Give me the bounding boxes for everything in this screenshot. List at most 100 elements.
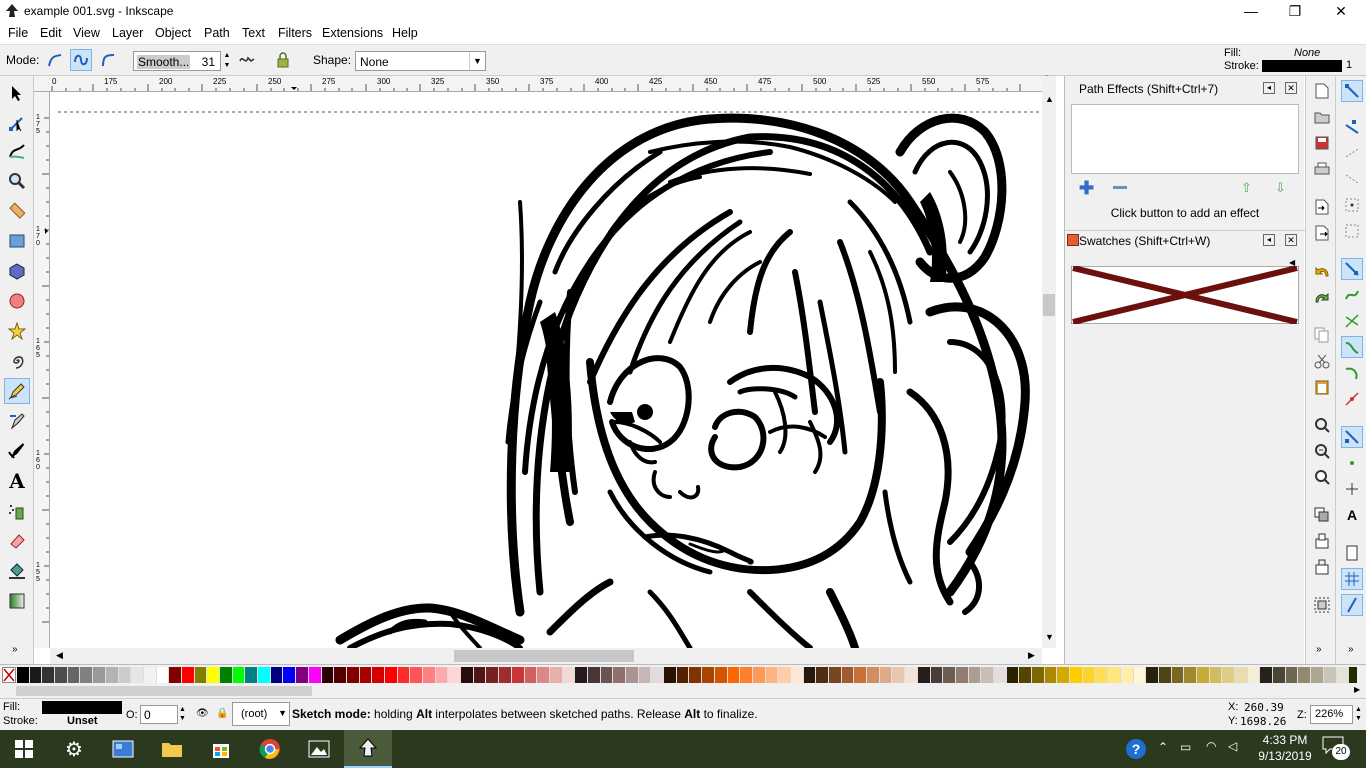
snap-center-icon[interactable] [1341,452,1363,474]
layer-lock-icon[interactable]: 🔒 [216,708,228,719]
new-document-icon[interactable] [1311,80,1333,102]
palette-swatch[interactable] [1349,667,1357,683]
status-stroke-value[interactable]: Unset [67,715,98,727]
clock-time[interactable]: 4:33 PM [1256,733,1314,747]
import-icon[interactable] [1311,196,1333,218]
menu-help[interactable]: Help [392,26,418,40]
palette-swatch[interactable] [486,667,500,683]
palette-swatch[interactable] [1019,667,1032,683]
palette-swatch[interactable] [600,667,614,683]
panel-iconify-icon[interactable]: ◂ [1263,82,1275,94]
palette-swatch[interactable] [829,667,842,683]
palette-swatch[interactable] [752,667,766,683]
palette-swatch[interactable] [296,667,309,683]
palette-swatch[interactable] [892,667,906,683]
open-file-icon[interactable] [1311,106,1333,128]
palette-swatch[interactable] [803,667,817,683]
notifications-icon[interactable]: 20 [1322,736,1350,760]
close-button[interactable]: ✕ [1318,0,1364,22]
snap-bbox-center-icon[interactable] [1341,220,1363,242]
menu-text[interactable]: Text [242,26,265,40]
palette-swatch[interactable] [638,667,652,683]
save-icon[interactable] [1311,132,1333,154]
palette-swatch[interactable] [613,667,626,683]
menu-extensions[interactable]: Extensions [322,26,383,40]
palette-swatch[interactable] [42,667,56,683]
snap-smooth-icon[interactable] [1341,362,1363,384]
palette-swatch[interactable] [943,667,956,683]
palette-swatch[interactable] [879,667,893,683]
palette-swatch[interactable] [384,667,398,683]
palette-swatch[interactable] [1108,667,1121,683]
tray-expand-icon[interactable]: ⌃ [1158,740,1168,754]
snap-intersection-icon[interactable] [1341,310,1363,332]
palette-swatch[interactable] [587,667,601,683]
palette-swatch[interactable] [575,667,588,683]
palette-swatch[interactable] [778,667,791,683]
palette-swatch[interactable] [917,667,931,683]
palette-scroll-right-icon[interactable]: ▶ [1354,685,1360,694]
print-icon[interactable] [1311,158,1333,180]
palette-swatch[interactable] [232,667,246,683]
status-fill-swatch[interactable] [42,701,122,714]
volume-icon[interactable]: ◁ [1228,739,1237,753]
palette-swatch[interactable] [714,667,728,683]
paint-bucket-tool-icon[interactable] [4,558,30,584]
snap-text-baseline-icon[interactable]: A [1341,504,1363,526]
palette-scrollbar[interactable]: ▶ [0,684,1366,698]
layer-select[interactable]: (root) ▼ [232,702,290,726]
export-icon[interactable] [1311,222,1333,244]
opacity-stepper[interactable]: ▲ ▼ [179,705,186,723]
settings-gear-icon[interactable]: ⚙ [50,730,98,768]
palette-swatch[interactable] [1082,667,1096,683]
toolbox-overflow-icon[interactable]: » [12,644,18,655]
menu-filters[interactable]: Filters [278,26,312,40]
cut-icon[interactable] [1311,350,1333,372]
palette-swatch[interactable] [499,667,512,683]
palette-swatch[interactable] [473,667,487,683]
palette-swatch[interactable] [765,667,779,683]
palette-swatch[interactable] [93,667,106,683]
lock-icon[interactable] [272,49,294,71]
layer-visibility-icon[interactable]: 👁 [196,708,209,719]
palette-swatch[interactable] [359,667,373,683]
scroll-down-icon[interactable]: ▼ [1045,632,1054,642]
panel-iconify-icon[interactable]: ◂ [1263,234,1275,246]
snap-guide-icon[interactable] [1341,594,1363,616]
paste-icon[interactable] [1311,376,1333,398]
clone-icon[interactable] [1311,530,1333,552]
palette-swatch[interactable] [1095,667,1109,683]
palette-swatch[interactable] [1184,667,1197,683]
palette-swatch[interactable] [854,667,868,683]
palette-swatch[interactable] [1171,667,1185,683]
palette-swatch[interactable] [207,667,220,683]
palette-swatch[interactable] [1158,667,1172,683]
measure-tool-icon[interactable] [4,198,30,224]
move-up-icon[interactable]: ⇧ [1241,180,1252,196]
palette-swatch[interactable] [968,667,982,683]
palette-swatch[interactable] [448,667,462,683]
snap-bbox-corner-icon[interactable] [1341,168,1363,190]
smoothing-spinbox[interactable]: Smooth... 31 [133,51,221,71]
store-icon[interactable] [197,730,245,768]
pencil-tool-icon[interactable] [4,378,30,404]
battery-icon[interactable]: ▭ [1180,740,1191,754]
smoothing-stepper[interactable]: ▲ ▼ [222,51,232,71]
smoothing-value[interactable]: 31 [202,55,215,69]
palette-swatch[interactable] [1273,667,1286,683]
chrome-icon[interactable] [246,730,294,768]
palette-swatch[interactable] [651,667,665,683]
palette-swatch[interactable] [676,667,690,683]
palette-swatch[interactable] [1146,667,1159,683]
remove-effect-icon[interactable] [1113,186,1127,189]
eraser-tool-icon[interactable] [4,528,30,554]
zoom-selection-icon[interactable] [1311,414,1333,436]
palette-swatch[interactable] [816,667,829,683]
fill-stroke-indicator[interactable]: Fill: None Stroke: 1 [1218,44,1366,76]
palette-swatch[interactable] [1044,667,1058,683]
bspline-mode-icon[interactable] [97,49,119,71]
palette-swatch[interactable] [181,667,195,683]
horizontal-scroll-thumb[interactable] [454,650,634,662]
palette-swatch[interactable] [841,667,855,683]
text-tool-icon[interactable]: A [4,468,30,494]
